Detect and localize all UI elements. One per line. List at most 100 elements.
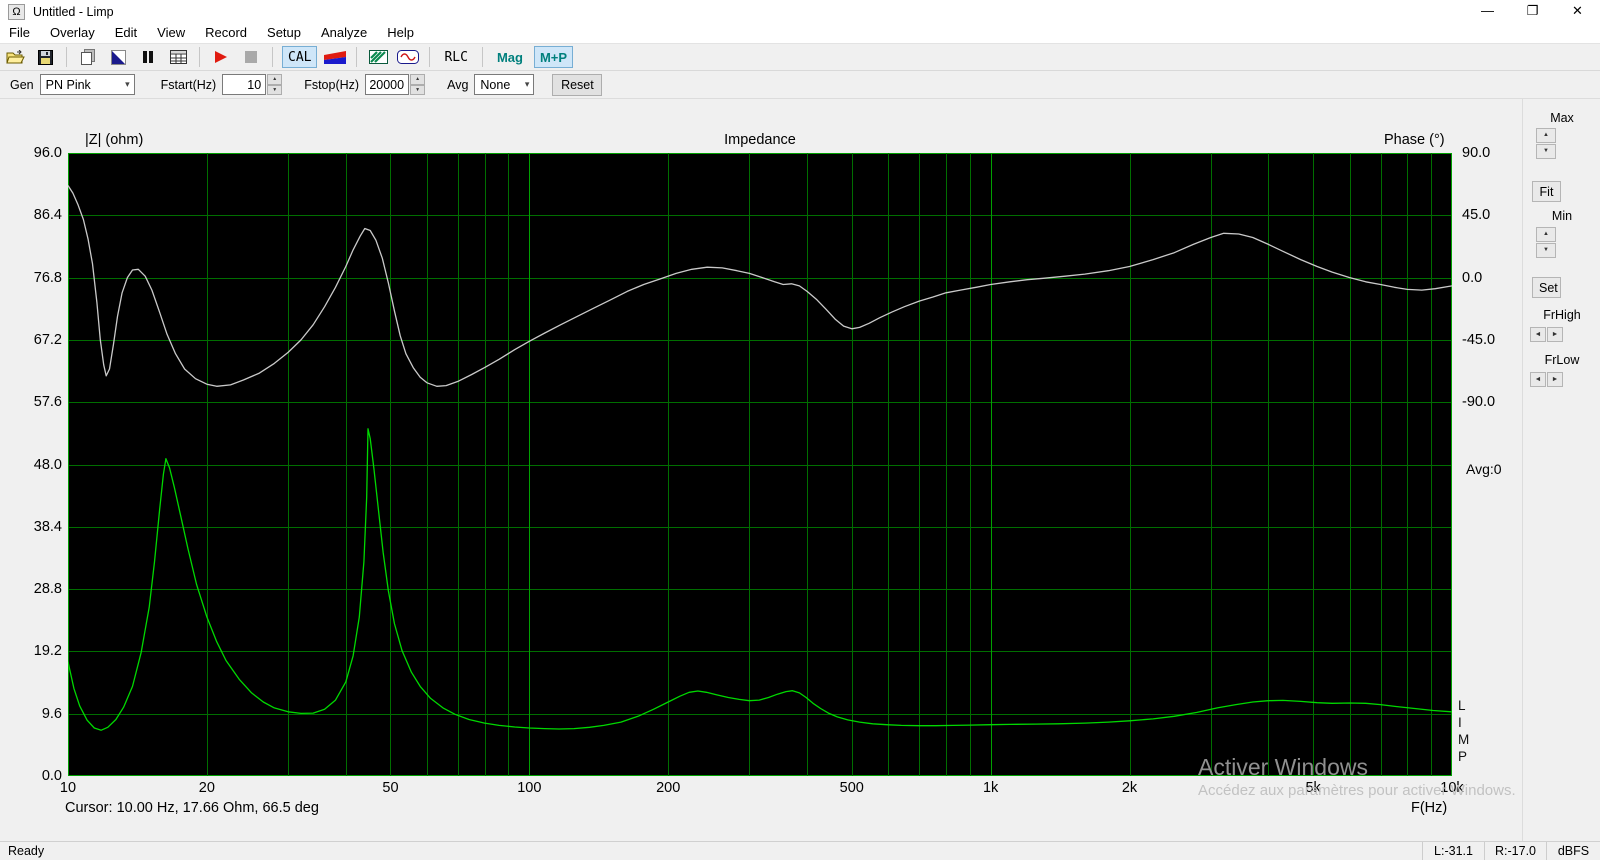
max-down-button[interactable]: ▼ bbox=[1536, 144, 1556, 159]
oscilloscope-button[interactable] bbox=[396, 46, 420, 68]
avg-label: Avg bbox=[447, 77, 469, 92]
menu-bar: File Overlay Edit View Record Setup Anal… bbox=[0, 23, 1600, 43]
menu-edit[interactable]: Edit bbox=[105, 23, 147, 43]
generator-output-button[interactable] bbox=[323, 46, 347, 68]
close-button[interactable]: ✕ bbox=[1555, 0, 1600, 23]
set-button[interactable]: Set bbox=[1532, 277, 1561, 298]
left-axis-tick: 76.8 bbox=[33, 269, 62, 286]
fit-button[interactable]: Fit bbox=[1532, 181, 1561, 202]
impedance-plot[interactable] bbox=[68, 153, 1452, 776]
save-button[interactable] bbox=[33, 46, 57, 68]
magnitude-phase-view-button[interactable]: M+P bbox=[533, 46, 574, 68]
frhigh-left-button[interactable]: ◄ bbox=[1530, 327, 1546, 342]
minimize-button[interactable]: — bbox=[1465, 0, 1510, 23]
reset-button[interactable]: Reset bbox=[552, 73, 603, 96]
maximize-button[interactable]: ❐ bbox=[1510, 0, 1555, 23]
x-axis-tick: 2k bbox=[1121, 780, 1138, 796]
left-axis-tick: 86.4 bbox=[33, 207, 62, 224]
limp-window: Ω Untitled - Limp — ❐ ✕ File Overlay Edi… bbox=[0, 0, 1600, 860]
x-axis-tick: 10 bbox=[59, 780, 77, 796]
toolbar-separator bbox=[199, 47, 200, 67]
signal-generator-button[interactable] bbox=[106, 46, 130, 68]
open-file-button[interactable] bbox=[3, 46, 27, 68]
min-up-button[interactable]: ▲ bbox=[1536, 227, 1556, 242]
fstart-input[interactable] bbox=[222, 74, 267, 95]
left-axis-tick: 67.2 bbox=[33, 331, 62, 348]
start-recording-button[interactable] bbox=[209, 46, 233, 68]
calibrate-button[interactable]: CAL bbox=[282, 46, 318, 68]
toolbar-separator bbox=[356, 47, 358, 67]
max-up-button[interactable]: ▲ bbox=[1536, 128, 1556, 143]
magnitude-view-button[interactable]: Mag bbox=[492, 46, 528, 68]
document-icon bbox=[81, 49, 95, 65]
left-axis-tick: 57.6 bbox=[33, 394, 62, 411]
min-down-button[interactable]: ▼ bbox=[1536, 243, 1556, 258]
menu-file[interactable]: File bbox=[0, 23, 40, 43]
green-stripes-icon bbox=[368, 50, 388, 64]
toolbar: CAL RLC Mag M+P bbox=[0, 43, 1600, 71]
left-axis-tick: 19.2 bbox=[33, 643, 62, 660]
spin-up-icon[interactable]: ▲ bbox=[267, 74, 283, 85]
right-axis-tick: -90.0 bbox=[1462, 394, 1496, 411]
play-icon bbox=[215, 51, 227, 63]
limp-vertical-logo: L I M P bbox=[1458, 698, 1470, 764]
left-axis-tick: 9.6 bbox=[41, 705, 62, 722]
min-label: Min bbox=[1551, 209, 1573, 223]
menu-overlay[interactable]: Overlay bbox=[40, 23, 105, 43]
menu-analyze[interactable]: Analyze bbox=[311, 23, 377, 43]
right-axis-tick: 45.0 bbox=[1462, 207, 1491, 224]
chart-title: Impedance bbox=[724, 132, 796, 148]
gen-label: Gen bbox=[10, 77, 34, 92]
average-counter: Avg:0 bbox=[1466, 461, 1502, 477]
x-axis-tick: 500 bbox=[839, 780, 864, 796]
open-folder-icon bbox=[5, 49, 25, 63]
left-axis-tick: 38.4 bbox=[33, 518, 62, 535]
windows-activation-watermark-sub: Accédez aux paramètres pour activer Wind… bbox=[1198, 782, 1516, 799]
right-axis-title: Phase (°) bbox=[1384, 132, 1445, 148]
menu-help[interactable]: Help bbox=[377, 23, 424, 43]
cursor-readout: Cursor: 10.00 Hz, 17.66 Ohm, 66.5 deg bbox=[65, 800, 319, 816]
table-view-button[interactable] bbox=[166, 46, 190, 68]
menu-record[interactable]: Record bbox=[195, 23, 257, 43]
fstop-label: Fstop(Hz) bbox=[304, 77, 360, 92]
frhigh-label: FrHigh bbox=[1543, 308, 1581, 322]
spin-down-icon[interactable]: ▼ bbox=[410, 84, 426, 95]
frlow-left-button[interactable]: ◄ bbox=[1530, 372, 1546, 387]
window-title: Untitled - Limp bbox=[33, 4, 114, 19]
spin-up-icon[interactable]: ▲ bbox=[410, 74, 426, 85]
ramp-signal-icon bbox=[110, 49, 126, 65]
fstop-spinner[interactable]: ▲ ▼ bbox=[410, 74, 426, 95]
windows-activation-watermark: Activer Windows bbox=[1198, 754, 1368, 780]
title-bar: Ω Untitled - Limp — ❐ ✕ bbox=[0, 0, 1600, 23]
status-text: Ready bbox=[8, 844, 45, 858]
stop-button[interactable] bbox=[239, 46, 263, 68]
pause-button[interactable] bbox=[136, 46, 160, 68]
spectrum-analyzer-button[interactable] bbox=[366, 46, 390, 68]
left-axis-tick: 0.0 bbox=[41, 768, 62, 784]
generator-type-select[interactable]: PN Pink ▾ bbox=[39, 74, 135, 95]
toolbar-separator bbox=[66, 47, 67, 67]
rlc-mode-button[interactable]: RLC bbox=[439, 46, 472, 68]
right-level-indicator: R:-17.0 bbox=[1484, 842, 1546, 860]
frhigh-right-button[interactable]: ► bbox=[1547, 327, 1563, 342]
menu-view[interactable]: View bbox=[147, 23, 195, 43]
fstart-spinner[interactable]: ▲ ▼ bbox=[267, 74, 283, 95]
x-axis-tick: 1k bbox=[982, 780, 999, 796]
left-axis-tick: 48.0 bbox=[33, 456, 62, 473]
left-level-indicator: L:-31.1 bbox=[1422, 842, 1484, 860]
sine-wave-icon bbox=[397, 50, 420, 64]
x-axis-tick: 200 bbox=[656, 780, 681, 796]
chart-workspace: |Z| (ohm) Impedance Phase (°) 96.0 86.4 76… bbox=[0, 99, 1600, 841]
averaging-value: None bbox=[480, 77, 511, 92]
pause-icon bbox=[143, 51, 153, 63]
menu-setup[interactable]: Setup bbox=[257, 23, 311, 43]
fstop-input[interactable] bbox=[365, 74, 410, 95]
spin-down-icon[interactable]: ▼ bbox=[267, 84, 283, 95]
status-bar: Ready L:-31.1 R:-17.0 dBFS bbox=[0, 841, 1600, 860]
frlow-right-button[interactable]: ► bbox=[1547, 372, 1563, 387]
left-axis-tick: 96.0 bbox=[33, 145, 62, 161]
new-document-button[interactable] bbox=[76, 46, 100, 68]
panel-divider bbox=[1522, 99, 1523, 841]
averaging-select[interactable]: None ▾ bbox=[474, 74, 535, 95]
chevron-down-icon: ▾ bbox=[524, 79, 530, 89]
